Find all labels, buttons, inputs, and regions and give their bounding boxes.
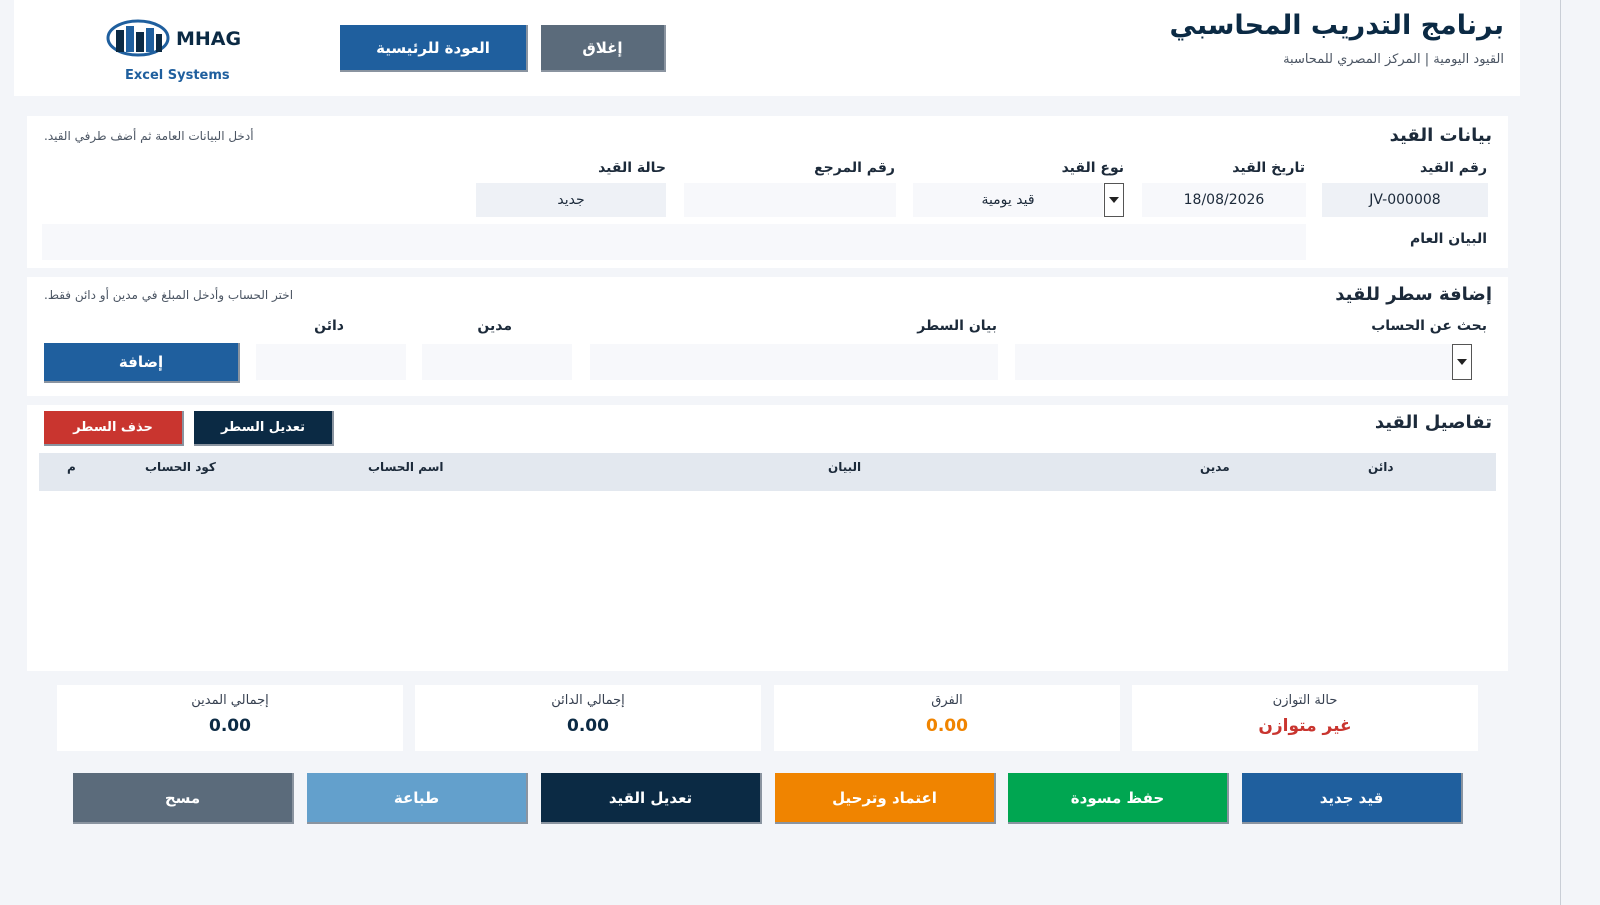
page-subtitle: القيود اليومية | المركز المصري للمحاسبة <box>1283 52 1504 67</box>
window-edge <box>1560 0 1561 905</box>
col-credit: دائن <box>1368 460 1394 474</box>
logo-text: MHAG <box>176 28 242 50</box>
line-desc-label: بيان السطر <box>917 318 997 334</box>
entry-ref-label: رقم المرجع <box>814 160 895 176</box>
entry-type-label: نوع القيد <box>1061 160 1124 176</box>
approve-post-button[interactable]: اعتماد وترحيل <box>775 773 996 824</box>
total-credit-value: 0.00 <box>567 716 609 736</box>
entry-type-dropdown[interactable] <box>1104 183 1124 217</box>
col-account-code: كود الحساب <box>145 460 216 474</box>
credit-input[interactable] <box>256 344 406 380</box>
details-table-body[interactable] <box>39 491 1496 667</box>
credit-label: دائن <box>314 318 344 334</box>
debit-label: مدين <box>477 318 512 334</box>
entry-type-field[interactable]: قيد يومية <box>913 183 1103 217</box>
total-credit-label: إجمالي الدائن <box>551 693 625 708</box>
logo-subtext: Excel Systems <box>125 68 230 83</box>
entry-status-label: حالة القيد <box>598 160 666 176</box>
difference-card: الفرق 0.00 <box>774 685 1120 751</box>
chevron-down-icon <box>1109 197 1119 203</box>
balance-status-label: حالة التوازن <box>1272 693 1338 708</box>
delete-line-button[interactable]: حذف السطر <box>44 411 184 446</box>
edit-entry-button[interactable]: تعديل القيد <box>541 773 762 824</box>
new-entry-button[interactable]: قيد جديد <box>1242 773 1463 824</box>
col-desc: البيان <box>828 460 862 474</box>
balance-status-value: غير متوازن <box>1258 716 1352 736</box>
debit-input[interactable] <box>422 344 572 380</box>
print-button[interactable]: طباعة <box>307 773 528 824</box>
clear-button[interactable]: مسح <box>73 773 294 824</box>
entry-status-field: جديد <box>476 183 666 217</box>
chevron-down-icon <box>1457 359 1467 365</box>
page-title: برنامج التدريب المحاسبي <box>1169 10 1504 41</box>
entry-number-label: رقم القيد <box>1419 160 1487 176</box>
entry-date-field[interactable]: 18/08/2026 <box>1142 183 1306 217</box>
add-line-section-title: إضافة سطر للقيد <box>1335 284 1492 305</box>
total-credit-card: إجمالي الدائن 0.00 <box>415 685 761 751</box>
entry-desc-field[interactable] <box>42 224 1306 260</box>
col-debit: مدين <box>1200 460 1230 474</box>
add-line-hint: اختر الحساب وأدخل المبلغ في مدين أو دائن… <box>44 288 294 302</box>
col-account-name: اسم الحساب <box>368 460 444 474</box>
entry-desc-label: البيان العام <box>1409 231 1487 247</box>
details-section-title: تفاصيل القيد <box>1374 412 1492 433</box>
entry-section-title: بيانات القيد <box>1389 125 1492 146</box>
edit-line-button[interactable]: تعديل السطر <box>194 411 334 446</box>
difference-label: الفرق <box>931 693 963 708</box>
logo-building-icon <box>106 19 170 57</box>
difference-value: 0.00 <box>926 716 968 736</box>
close-button[interactable]: إغلاق <box>541 25 666 72</box>
save-draft-button[interactable]: حفظ مسودة <box>1008 773 1229 824</box>
home-button[interactable]: العودة للرئيسية <box>340 25 528 72</box>
add-line-button[interactable]: إضافة <box>44 343 240 383</box>
total-debit-label: إجمالي المدين <box>191 693 269 708</box>
account-search-input[interactable] <box>1015 344 1452 380</box>
entry-hint: أدخل البيانات العامة ثم أضف طرفي القيد. <box>44 129 254 143</box>
total-debit-card: إجمالي المدين 0.00 <box>57 685 403 751</box>
details-table-header <box>39 453 1496 491</box>
entry-date-label: تاريخ القيد <box>1232 160 1305 176</box>
account-search-label: بحث عن الحساب <box>1371 318 1487 334</box>
col-index: م <box>67 460 76 474</box>
total-debit-value: 0.00 <box>209 716 251 736</box>
entry-ref-field[interactable] <box>684 183 896 217</box>
entry-number-field[interactable]: JV-000008 <box>1322 183 1488 217</box>
balance-status-card: حالة التوازن غير متوازن <box>1132 685 1478 751</box>
line-desc-input[interactable] <box>590 344 998 380</box>
account-search-dropdown[interactable] <box>1452 344 1472 380</box>
logo: MHAG Excel Systems <box>100 16 242 86</box>
